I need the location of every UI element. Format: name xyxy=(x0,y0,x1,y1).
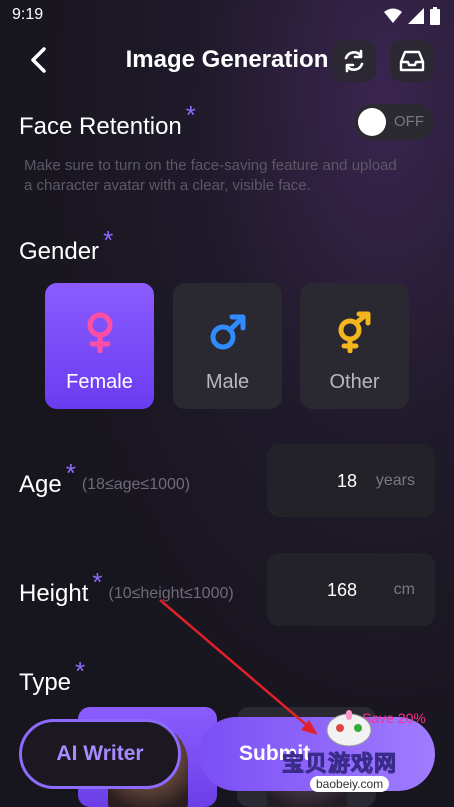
face-retention-toggle[interactable]: OFF xyxy=(354,104,434,140)
height-range-hint: (10≤height≤1000) xyxy=(108,585,234,602)
gender-option-label: Male xyxy=(205,371,250,393)
age-unit: years xyxy=(375,472,415,489)
status-bar: 9:19 xyxy=(0,0,454,32)
page-title: Image Generation xyxy=(125,46,329,73)
height-value: 168 xyxy=(326,580,357,600)
height-label: Height xyxy=(19,580,89,607)
face-retention-label: Face Retention xyxy=(19,113,182,140)
required-mark: * xyxy=(103,225,114,255)
female-icon xyxy=(87,312,112,353)
ai-writer-button[interactable]: AI Writer xyxy=(19,719,181,789)
male-icon xyxy=(210,314,245,350)
gender-option-female[interactable]: Female xyxy=(45,283,154,409)
height-unit: cm xyxy=(393,581,415,598)
face-retention-title: Face Retention * xyxy=(19,100,196,141)
height-input[interactable]: 168 cm xyxy=(267,553,435,626)
toggle-state-text: OFF xyxy=(394,113,424,130)
box-icon xyxy=(399,50,425,72)
watermark-url: baobeiy.com xyxy=(310,776,390,792)
status-time: 9:19 xyxy=(12,6,44,23)
required-mark: * xyxy=(75,656,86,686)
age-range-hint: (18≤age≤1000) xyxy=(81,476,191,493)
gender-option-label: Female xyxy=(66,371,133,393)
box-button[interactable] xyxy=(390,40,434,82)
refresh-button[interactable] xyxy=(332,40,376,82)
watermark: 宝贝游戏网 baobeiy.com xyxy=(280,706,420,802)
gender-option-other[interactable]: Other xyxy=(300,283,409,409)
watermark-text: 宝贝游戏网 xyxy=(281,751,398,777)
age-label: Age xyxy=(19,471,62,498)
age-input[interactable]: 18 years xyxy=(267,444,435,517)
gamepad-mascot-icon xyxy=(326,710,372,747)
header: Image Generation xyxy=(0,36,454,84)
wifi-icon xyxy=(384,8,402,23)
signal-icon xyxy=(408,8,424,24)
status-icons xyxy=(384,7,440,25)
required-mark: * xyxy=(92,567,103,597)
required-mark: * xyxy=(65,458,76,488)
battery-icon xyxy=(430,7,440,25)
face-retention-description: Make sure to turn on the face-saving fea… xyxy=(24,157,397,194)
other-gender-icon xyxy=(338,311,370,353)
type-label: Type xyxy=(19,669,72,696)
age-title: Age * (18≤age≤1000) xyxy=(19,458,191,499)
height-title: Height * (10≤height≤1000) xyxy=(19,567,234,608)
required-mark: * xyxy=(185,100,196,130)
gender-title: Gender * xyxy=(19,225,113,266)
age-value: 18 xyxy=(336,471,357,491)
refresh-icon xyxy=(344,49,364,73)
gender-label: Gender xyxy=(19,238,100,265)
toggle-knob xyxy=(358,108,386,136)
gender-option-male[interactable]: Male xyxy=(173,283,282,409)
type-title: Type * xyxy=(19,656,85,697)
gender-option-label: Other xyxy=(329,371,380,393)
